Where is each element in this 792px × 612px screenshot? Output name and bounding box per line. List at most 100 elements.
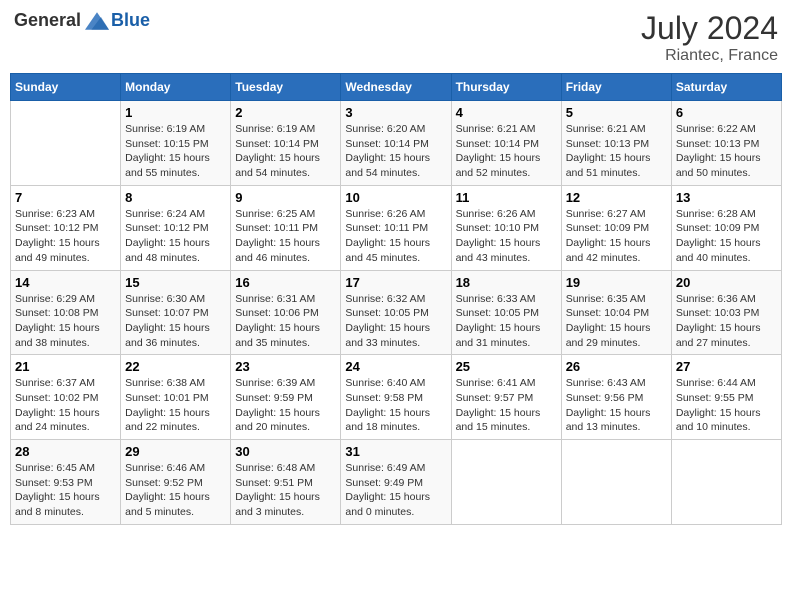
day-number: 2 bbox=[235, 105, 336, 120]
calendar-cell: 13 Sunrise: 6:28 AMSunset: 10:09 PMDaylig… bbox=[671, 185, 781, 270]
day-number: 21 bbox=[15, 359, 116, 374]
day-info: Sunrise: 6:48 AMSunset: 9:51 PMDaylight:… bbox=[235, 461, 336, 520]
calendar-cell: 30 Sunrise: 6:48 AMSunset: 9:51 PMDayligh… bbox=[231, 440, 341, 525]
calendar-cell: 8 Sunrise: 6:24 AMSunset: 10:12 PMDayligh… bbox=[121, 185, 231, 270]
day-number: 8 bbox=[125, 190, 226, 205]
day-info: Sunrise: 6:19 AMSunset: 10:15 PMDaylight… bbox=[125, 122, 226, 181]
calendar-cell: 12Sunrise: 6:27 AMSunset: 10:09 PMDaylig… bbox=[561, 185, 671, 270]
logo: General Blue bbox=[14, 10, 150, 31]
calendar-week-2: 7Sunrise: 6:23 AMSunset: 10:12 PMDayligh… bbox=[11, 185, 782, 270]
day-number: 24 bbox=[345, 359, 446, 374]
day-number: 30 bbox=[235, 444, 336, 459]
calendar-week-4: 21 Sunrise: 6:37 AMSunset: 10:02 PMDaylig… bbox=[11, 355, 782, 440]
calendar-cell: 21 Sunrise: 6:37 AMSunset: 10:02 PMDaylig… bbox=[11, 355, 121, 440]
header-saturday: Saturday bbox=[671, 74, 781, 101]
day-info: Sunrise: 6:40 AMSunset: 9:58 PMDaylight:… bbox=[345, 376, 446, 435]
day-info: Sunrise: 6:31 AMSunset: 10:06 PMDaylight… bbox=[235, 292, 336, 351]
day-number: 29 bbox=[125, 444, 226, 459]
calendar-cell: 19 Sunrise: 6:35 AMSunset: 10:04 PMDaylig… bbox=[561, 270, 671, 355]
calendar-cell: 31 Sunrise: 6:49 AMSunset: 9:49 PMDayligh… bbox=[341, 440, 451, 525]
day-number: 18 bbox=[456, 275, 557, 290]
day-info: Sunrise: 6:32 AMSunset: 10:05 PMDaylight… bbox=[345, 292, 446, 351]
day-number: 23 bbox=[235, 359, 336, 374]
header-friday: Friday bbox=[561, 74, 671, 101]
day-info: Sunrise: 6:35 AMSunset: 10:04 PMDaylight… bbox=[566, 292, 667, 351]
calendar-cell: 25 Sunrise: 6:41 AMSunset: 9:57 PMDayligh… bbox=[451, 355, 561, 440]
day-number: 1 bbox=[125, 105, 226, 120]
calendar-cell: 24 Sunrise: 6:40 AMSunset: 9:58 PMDayligh… bbox=[341, 355, 451, 440]
calendar-cell bbox=[561, 440, 671, 525]
calendar-cell: 1 Sunrise: 6:19 AMSunset: 10:15 PMDayligh… bbox=[121, 101, 231, 186]
day-info: Sunrise: 6:30 AMSunset: 10:07 PMDaylight… bbox=[125, 292, 226, 351]
day-info: Sunrise: 6:26 AMSunset: 10:10 PMDaylight… bbox=[456, 207, 557, 266]
day-info: Sunrise: 6:39 AMSunset: 9:59 PMDaylight:… bbox=[235, 376, 336, 435]
calendar-cell: 10 Sunrise: 6:26 AMSunset: 10:11 PMDaylig… bbox=[341, 185, 451, 270]
day-number: 28 bbox=[15, 444, 116, 459]
logo-text-general: General bbox=[14, 10, 81, 31]
calendar-cell: 14Sunrise: 6:29 AMSunset: 10:08 PMDaylig… bbox=[11, 270, 121, 355]
calendar-cell: 28Sunrise: 6:45 AMSunset: 9:53 PMDayligh… bbox=[11, 440, 121, 525]
day-info: Sunrise: 6:19 AMSunset: 10:14 PMDaylight… bbox=[235, 122, 336, 181]
calendar-cell: 29 Sunrise: 6:46 AMSunset: 9:52 PMDayligh… bbox=[121, 440, 231, 525]
calendar-header-row: Sunday Monday Tuesday Wednesday Thursday… bbox=[11, 74, 782, 101]
day-info: Sunrise: 6:49 AMSunset: 9:49 PMDaylight:… bbox=[345, 461, 446, 520]
day-number: 13 bbox=[676, 190, 777, 205]
day-number: 17 bbox=[345, 275, 446, 290]
location-subtitle: Riantec, France bbox=[641, 47, 778, 65]
calendar-cell: 6Sunrise: 6:22 AMSunset: 10:13 PMDayligh… bbox=[671, 101, 781, 186]
calendar-week-5: 28Sunrise: 6:45 AMSunset: 9:53 PMDayligh… bbox=[11, 440, 782, 525]
calendar-cell: 16Sunrise: 6:31 AMSunset: 10:06 PMDaylig… bbox=[231, 270, 341, 355]
calendar-cell: 9 Sunrise: 6:25 AMSunset: 10:11 PMDayligh… bbox=[231, 185, 341, 270]
day-info: Sunrise: 6:20 AMSunset: 10:14 PMDaylight… bbox=[345, 122, 446, 181]
calendar-cell: 11 Sunrise: 6:26 AMSunset: 10:10 PMDaylig… bbox=[451, 185, 561, 270]
day-info: Sunrise: 6:22 AMSunset: 10:13 PMDaylight… bbox=[676, 122, 777, 181]
calendar-cell: 4 Sunrise: 6:21 AMSunset: 10:14 PMDayligh… bbox=[451, 101, 561, 186]
day-info: Sunrise: 6:41 AMSunset: 9:57 PMDaylight:… bbox=[456, 376, 557, 435]
day-number: 3 bbox=[345, 105, 446, 120]
day-number: 25 bbox=[456, 359, 557, 374]
day-number: 4 bbox=[456, 105, 557, 120]
day-info: Sunrise: 6:21 AMSunset: 10:14 PMDaylight… bbox=[456, 122, 557, 181]
day-number: 26 bbox=[566, 359, 667, 374]
calendar-cell bbox=[671, 440, 781, 525]
header-monday: Monday bbox=[121, 74, 231, 101]
day-number: 5 bbox=[566, 105, 667, 120]
day-number: 11 bbox=[456, 190, 557, 205]
calendar-cell: 7Sunrise: 6:23 AMSunset: 10:12 PMDayligh… bbox=[11, 185, 121, 270]
day-info: Sunrise: 6:29 AMSunset: 10:08 PMDaylight… bbox=[15, 292, 116, 351]
calendar-cell: 5 Sunrise: 6:21 AMSunset: 10:13 PMDayligh… bbox=[561, 101, 671, 186]
day-info: Sunrise: 6:37 AMSunset: 10:02 PMDaylight… bbox=[15, 376, 116, 435]
calendar-cell: 26Sunrise: 6:43 AMSunset: 9:56 PMDayligh… bbox=[561, 355, 671, 440]
day-info: Sunrise: 6:33 AMSunset: 10:05 PMDaylight… bbox=[456, 292, 557, 351]
day-info: Sunrise: 6:46 AMSunset: 9:52 PMDaylight:… bbox=[125, 461, 226, 520]
logo-icon bbox=[85, 11, 109, 31]
calendar-cell: 23 Sunrise: 6:39 AMSunset: 9:59 PMDayligh… bbox=[231, 355, 341, 440]
day-info: Sunrise: 6:21 AMSunset: 10:13 PMDaylight… bbox=[566, 122, 667, 181]
day-number: 19 bbox=[566, 275, 667, 290]
day-number: 7 bbox=[15, 190, 116, 205]
day-number: 12 bbox=[566, 190, 667, 205]
calendar-cell bbox=[11, 101, 121, 186]
day-info: Sunrise: 6:24 AMSunset: 10:12 PMDaylight… bbox=[125, 207, 226, 266]
calendar-cell: 3 Sunrise: 6:20 AMSunset: 10:14 PMDayligh… bbox=[341, 101, 451, 186]
header-sunday: Sunday bbox=[11, 74, 121, 101]
logo-text-blue: Blue bbox=[111, 10, 150, 31]
day-info: Sunrise: 6:28 AMSunset: 10:09 PMDaylight… bbox=[676, 207, 777, 266]
calendar-cell: 2 Sunrise: 6:19 AMSunset: 10:14 PMDayligh… bbox=[231, 101, 341, 186]
day-info: Sunrise: 6:38 AMSunset: 10:01 PMDaylight… bbox=[125, 376, 226, 435]
day-number: 15 bbox=[125, 275, 226, 290]
day-number: 9 bbox=[235, 190, 336, 205]
page-header: General Blue July 2024 Riantec, France bbox=[10, 10, 782, 65]
day-info: Sunrise: 6:25 AMSunset: 10:11 PMDaylight… bbox=[235, 207, 336, 266]
header-wednesday: Wednesday bbox=[341, 74, 451, 101]
day-info: Sunrise: 6:26 AMSunset: 10:11 PMDaylight… bbox=[345, 207, 446, 266]
title-section: July 2024 Riantec, France bbox=[641, 10, 778, 65]
day-number: 10 bbox=[345, 190, 446, 205]
day-number: 27 bbox=[676, 359, 777, 374]
calendar-cell bbox=[451, 440, 561, 525]
day-info: Sunrise: 6:44 AMSunset: 9:55 PMDaylight:… bbox=[676, 376, 777, 435]
day-info: Sunrise: 6:36 AMSunset: 10:03 PMDaylight… bbox=[676, 292, 777, 351]
calendar-week-1: 1 Sunrise: 6:19 AMSunset: 10:15 PMDayligh… bbox=[11, 101, 782, 186]
calendar-cell: 27 Sunrise: 6:44 AMSunset: 9:55 PMDayligh… bbox=[671, 355, 781, 440]
day-number: 31 bbox=[345, 444, 446, 459]
